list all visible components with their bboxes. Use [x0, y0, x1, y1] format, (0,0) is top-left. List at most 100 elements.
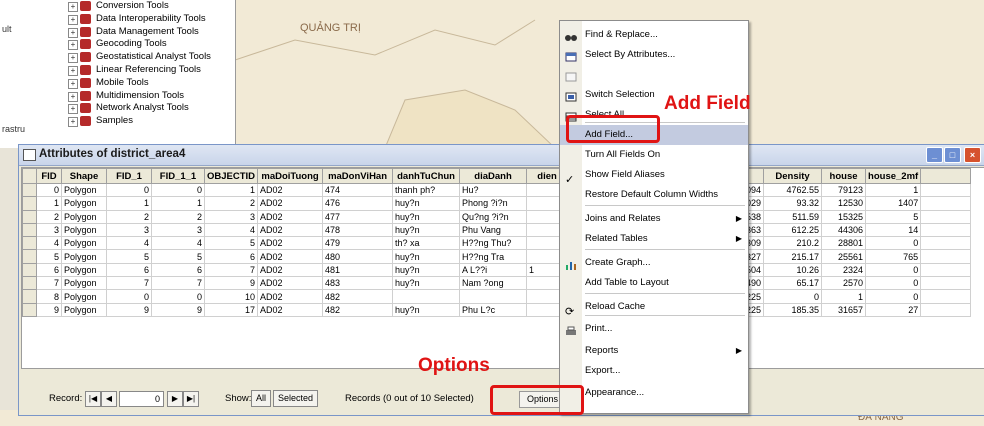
column-header[interactable]: FID_1	[106, 168, 152, 184]
column-header[interactable]: maDonViHan	[322, 168, 394, 184]
table-cell[interactable]: 5	[106, 249, 152, 264]
show-selected-button[interactable]: Selected	[273, 390, 319, 407]
column-header[interactable]: FID	[36, 168, 62, 184]
table-cell[interactable]: 4	[36, 236, 62, 251]
toolbox-tree-item[interactable]: + Mobile Tools	[62, 77, 234, 90]
menu-item-show-field-aliases[interactable]: ✓ Show Field Aliases	[560, 165, 748, 186]
table-cell[interactable]: Polygon	[61, 236, 107, 251]
table-cell[interactable]: AD02	[257, 182, 324, 198]
table-cell[interactable]: 3	[151, 222, 205, 238]
table-cell[interactable]: 4762.55	[763, 182, 823, 198]
expand-icon[interactable]: +	[68, 53, 78, 64]
table-cell[interactable]: H??ng Thu?	[459, 236, 528, 251]
table-cell[interactable]: 476	[322, 196, 394, 211]
expand-icon[interactable]: +	[68, 40, 78, 51]
toolbox-tree-item[interactable]: + Network Analyst Tools	[62, 102, 234, 115]
table-cell[interactable]: Polygon	[61, 222, 107, 238]
expand-icon[interactable]: +	[68, 78, 78, 89]
table-cell[interactable]: AD02	[257, 196, 324, 211]
table-cell[interactable]: 2324	[821, 262, 867, 278]
table-cell[interactable]: 27	[865, 302, 922, 317]
row-selector[interactable]	[22, 209, 37, 224]
record-number-input[interactable]: 0	[119, 391, 164, 407]
table-cell[interactable]: 185.35	[763, 302, 823, 317]
table-cell[interactable]: AD02	[257, 276, 324, 291]
table-cell[interactable]: Polygon	[61, 249, 107, 264]
table-cell[interactable]: Phu Vang	[459, 222, 528, 238]
table-row[interactable]: 5Polygon556AD02480huy?nH??ng Tra11232721…	[22, 249, 972, 264]
table-cell[interactable]: 3	[203, 209, 259, 224]
table-cell[interactable]: Nam ?ong	[459, 276, 528, 291]
table-cell[interactable]: 15325	[821, 209, 867, 224]
table-cell[interactable]: 477	[322, 209, 394, 224]
table-cell[interactable]: thanh ph?	[392, 182, 461, 198]
toolbox-tree-item[interactable]: + Data Interoperability Tools	[62, 13, 234, 26]
menu-item-reload-cache[interactable]: ⟳ Reload Cache	[560, 297, 748, 318]
table-cell[interactable]: th? xa	[392, 236, 461, 251]
table-cell[interactable]: 7	[106, 276, 152, 291]
table-cell[interactable]: AD02	[257, 289, 324, 304]
table-cell[interactable]: huy?n	[392, 249, 461, 264]
table-cell[interactable]: 4	[203, 222, 259, 238]
close-button[interactable]: ×	[964, 147, 981, 163]
table-cell[interactable]: 2570	[821, 276, 867, 291]
table-cell[interactable]: Polygon	[61, 289, 107, 304]
first-record-button[interactable]: |◀	[85, 391, 101, 407]
minimize-button[interactable]: _	[926, 147, 943, 163]
table-cell[interactable]: A L??i	[459, 262, 528, 278]
table-cell[interactable]	[459, 289, 528, 304]
expand-icon[interactable]: +	[68, 91, 78, 102]
table-cell[interactable]: 0	[106, 182, 152, 198]
table-cell[interactable]: 10.26	[763, 262, 823, 278]
table-cell[interactable]: 6	[203, 249, 259, 264]
table-cell[interactable]: 4	[151, 236, 205, 251]
table-cell[interactable]: 2	[36, 209, 62, 224]
table-cell[interactable]: 0	[763, 289, 823, 304]
table-cell[interactable]: 0	[865, 289, 922, 304]
toolbox-tree-item[interactable]: + Multidimension Tools	[62, 90, 234, 103]
table-cell[interactable]: 210.2	[763, 236, 823, 251]
table-row[interactable]: 7Polygon779AD02483huy?nNam ?ong4249065.1…	[22, 276, 972, 291]
table-cell[interactable]: 5	[203, 236, 259, 251]
table-cell[interactable]: 79123	[821, 182, 867, 198]
menu-item-restore-default-column-widths[interactable]: Restore Default Column Widths	[560, 185, 748, 205]
table-cell[interactable]: 8	[36, 289, 62, 304]
table-cell[interactable]: 5	[36, 249, 62, 264]
column-header[interactable]: house	[821, 168, 867, 184]
table-cell[interactable]: 7	[203, 262, 259, 278]
table-cell[interactable]: 1	[36, 196, 62, 211]
table-cell[interactable]: 480	[322, 249, 394, 264]
column-header[interactable]: Density	[763, 168, 823, 184]
table-cell[interactable]: Phu L?c	[459, 302, 528, 317]
show-all-button[interactable]: All	[251, 390, 272, 407]
table-cell[interactable]: 482	[322, 289, 394, 304]
table-cell[interactable]: 5	[865, 209, 922, 224]
menu-item-export[interactable]: Export...	[560, 361, 748, 381]
table-cell[interactable]: AD02	[257, 302, 324, 317]
table-cell[interactable]: 478	[322, 222, 394, 238]
maximize-button[interactable]: □	[944, 147, 961, 163]
table-cell[interactable]: Polygon	[61, 209, 107, 224]
table-cell[interactable]: 9	[203, 276, 259, 291]
table-row[interactable]: 8Polygon0010AD02482135225010	[22, 289, 972, 304]
table-cell[interactable]: huy?n	[392, 222, 461, 238]
table-cell[interactable]: 2	[151, 209, 205, 224]
table-cell[interactable]: 14	[865, 222, 922, 238]
table-cell[interactable]: Polygon	[61, 302, 107, 317]
window-titlebar[interactable]: Attributes of district_area4 _ □ ×	[19, 145, 984, 166]
table-cell[interactable]: 482	[322, 302, 394, 317]
table-cell[interactable]: huy?n	[392, 196, 461, 211]
toolbox-tree-item[interactable]: + Conversion Tools	[62, 0, 234, 13]
table-cell[interactable]: huy?n	[392, 302, 461, 317]
row-selector[interactable]	[22, 196, 37, 211]
column-header[interactable]: diaDanh	[459, 168, 528, 184]
previous-record-button[interactable]: ◀	[101, 391, 117, 407]
expand-icon[interactable]: +	[68, 65, 78, 76]
toolbox-tree-item[interactable]: + Geostatistical Analyst Tools	[62, 51, 234, 64]
table-cell[interactable]: 7	[36, 276, 62, 291]
toolbox-tree-item[interactable]: + Geocoding Tools	[62, 38, 234, 51]
table-cell[interactable]: Qu?ng ?i?n	[459, 209, 528, 224]
table-cell[interactable]: AD02	[257, 249, 324, 264]
table-row[interactable]: 9Polygon9917AD02482huy?nPhu L?c135225185…	[22, 302, 972, 317]
table-cell[interactable]: 481	[322, 262, 394, 278]
